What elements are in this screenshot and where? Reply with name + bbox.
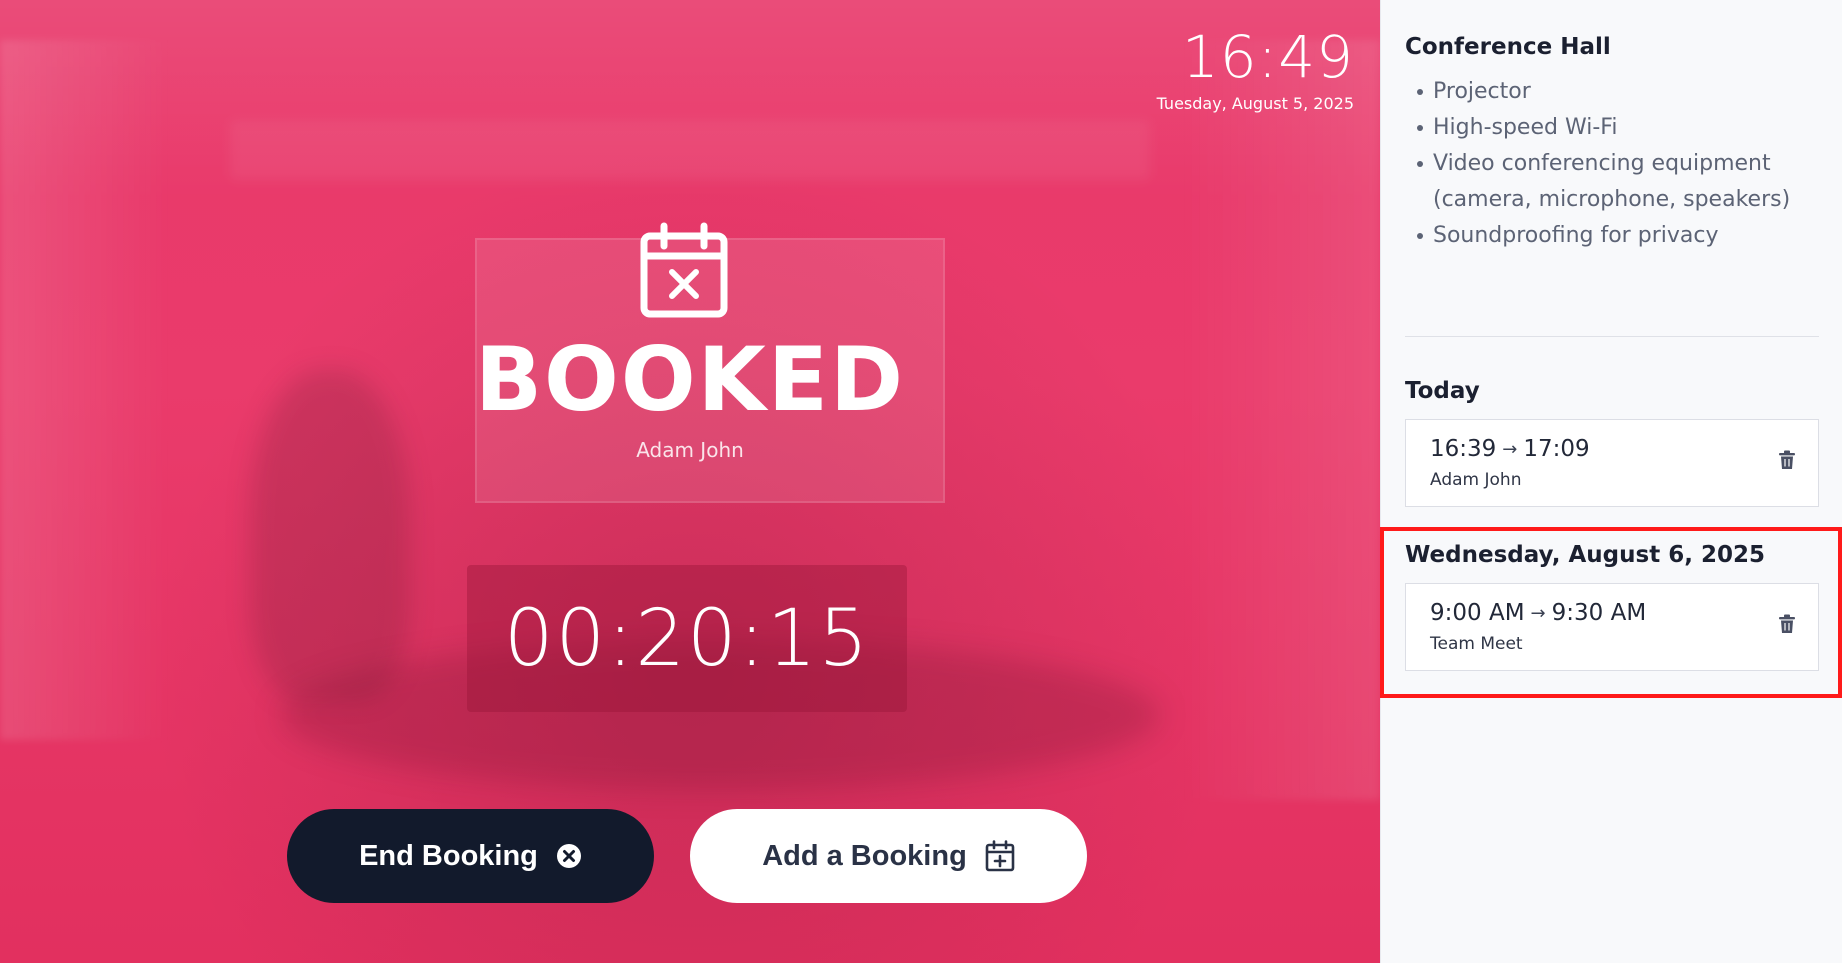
booked-by-name: Adam John	[636, 438, 744, 462]
sidebar-divider	[1405, 336, 1819, 337]
circle-x-icon	[556, 844, 581, 868]
countdown-timer: 00:20:15	[467, 565, 907, 712]
booking-name: Team Meet	[1430, 634, 1523, 654]
trash-icon[interactable]	[1778, 450, 1796, 470]
booking-name: Adam John	[1430, 470, 1522, 490]
booking-start: 9:00 AM	[1430, 600, 1525, 626]
calendar-x-icon	[640, 222, 728, 318]
booking-card[interactable]: 9:00 AM → 9:30 AM Team Meet	[1405, 583, 1819, 671]
amenities-list: Projector High-speed Wi-Fi Video confere…	[1405, 74, 1815, 254]
arrow-right-icon: →	[1502, 438, 1518, 460]
room-sidebar: Conference Hall Projector High-speed Wi-…	[1380, 0, 1842, 963]
booking-end: 17:09	[1523, 436, 1590, 462]
booking-card[interactable]: 16:39 → 17:09 Adam John	[1405, 419, 1819, 507]
calendar-plus-icon	[985, 840, 1015, 872]
amenity-item: Soundproofing for privacy	[1405, 218, 1815, 254]
booking-end: 9:30 AM	[1551, 600, 1647, 626]
room-background-image	[0, 0, 1380, 963]
arrow-right-icon: →	[1530, 602, 1546, 624]
end-booking-button[interactable]: End Booking	[287, 809, 654, 903]
amenity-item: Projector	[1405, 74, 1815, 110]
day-title-today: Today	[1405, 378, 1480, 404]
amenity-item: High-speed Wi-Fi	[1405, 110, 1815, 146]
clock-time: 16:49	[1181, 23, 1354, 91]
room-name: Conference Hall	[1405, 34, 1611, 60]
booking-start: 16:39	[1430, 436, 1497, 462]
day-title-wednesday: Wednesday, August 6, 2025	[1405, 542, 1765, 568]
add-booking-button[interactable]: Add a Booking	[690, 809, 1087, 903]
clock: 16:49 Tuesday, August 5, 2025	[1157, 24, 1354, 113]
amenity-item: Video conferencing equipment (camera, mi…	[1405, 146, 1815, 218]
add-booking-label: Add a Booking	[762, 839, 967, 872]
booking-status-label: BOOKED	[474, 328, 906, 431]
clock-date: Tuesday, August 5, 2025	[1156, 94, 1354, 113]
booking-time-range: 9:00 AM → 9:30 AM	[1430, 600, 1794, 626]
room-status-panel: 16:49 Tuesday, August 5, 2025 BOOKED Ada…	[0, 0, 1380, 963]
end-booking-label: End Booking	[359, 839, 538, 872]
room-display-app: 16:49 Tuesday, August 5, 2025 BOOKED Ada…	[0, 0, 1842, 963]
countdown-value: 00:20:15	[503, 593, 871, 684]
trash-icon[interactable]	[1778, 614, 1796, 634]
booking-time-range: 16:39 → 17:09	[1430, 436, 1794, 462]
